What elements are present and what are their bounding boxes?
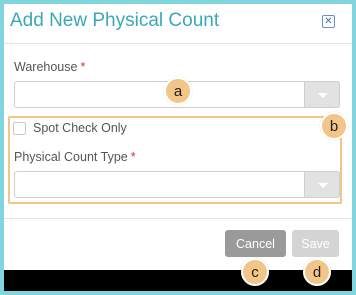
physical-count-type-select[interactable] bbox=[14, 171, 340, 198]
cancel-button[interactable]: Cancel bbox=[225, 230, 286, 257]
callout-badge-c: c bbox=[241, 258, 269, 286]
physical-count-type-dropdown-button[interactable] bbox=[304, 171, 340, 198]
required-marker: * bbox=[80, 60, 86, 74]
physical-count-type-label-text: Physical Count Type bbox=[14, 150, 128, 164]
spot-check-checkbox[interactable] bbox=[13, 122, 26, 135]
bottom-bar bbox=[4, 270, 352, 291]
required-marker: * bbox=[130, 150, 136, 164]
warehouse-dropdown-button[interactable] bbox=[304, 81, 340, 108]
callout-badge-d: d bbox=[303, 258, 331, 286]
dialog-title: Add New Physical Count bbox=[10, 10, 220, 31]
header-divider bbox=[4, 43, 352, 44]
chevron-down-icon bbox=[318, 93, 328, 98]
footer-divider bbox=[4, 218, 352, 219]
chevron-down-icon bbox=[318, 183, 328, 188]
callout-badge-a: a bbox=[164, 77, 192, 105]
close-icon: ✕ bbox=[324, 15, 333, 27]
physical-count-type-label: Physical Count Type * bbox=[14, 150, 136, 164]
warehouse-label: Warehouse * bbox=[14, 60, 85, 74]
warehouse-label-text: Warehouse bbox=[14, 60, 78, 74]
callout-badge-b: b bbox=[320, 112, 348, 140]
spot-check-label: Spot Check Only bbox=[33, 121, 127, 135]
close-button[interactable]: ✕ bbox=[322, 15, 335, 28]
save-button[interactable]: Save bbox=[292, 230, 339, 257]
